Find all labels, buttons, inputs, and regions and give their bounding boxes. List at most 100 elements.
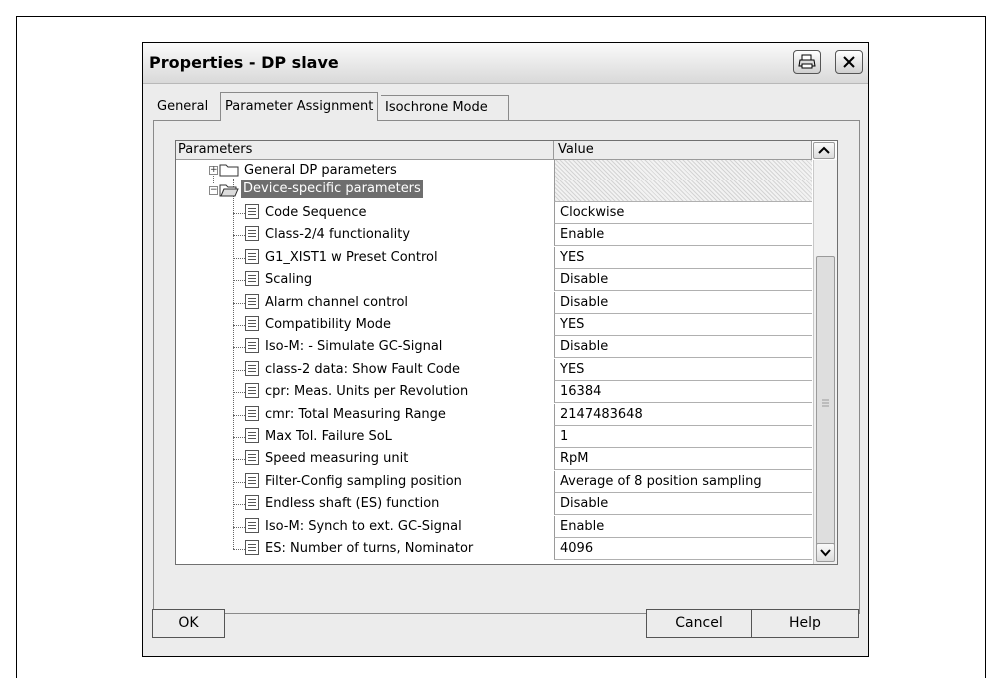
parameter-value[interactable]: 2147483648	[554, 403, 812, 426]
table-row[interactable]: Iso-M: Synch to ext. GC-Signal Enable	[176, 515, 812, 538]
tree-line	[233, 347, 245, 349]
table-row[interactable]: Class-2/4 functionality Enable	[176, 224, 812, 247]
vertical-scrollbar[interactable]	[813, 160, 837, 564]
column-header-value[interactable]: Value	[554, 141, 812, 160]
tree-line	[233, 481, 245, 483]
expand-icon[interactable]: +	[209, 166, 218, 175]
chevron-down-icon	[820, 549, 831, 557]
parameter-icon	[245, 517, 259, 533]
parameter-value[interactable]: Disable	[554, 291, 812, 314]
tree-line	[233, 392, 245, 394]
parameter-value[interactable]: 4096	[554, 538, 812, 560]
tree-line	[233, 257, 245, 259]
parameter-name: ES: Number of turns, Nominator	[265, 541, 474, 556]
parameter-icon	[245, 338, 259, 354]
tree-row-general-dp-parameters[interactable]: + General DP parameters	[176, 160, 812, 182]
scroll-up-button[interactable]	[813, 142, 835, 159]
close-button[interactable]	[835, 50, 863, 74]
print-button[interactable]	[793, 50, 821, 74]
table-row[interactable]: cmr: Total Measuring Range 2147483648	[176, 403, 812, 426]
table-row[interactable]: G1_XIST1 w Preset Control YES	[176, 246, 812, 269]
parameter-value[interactable]: 16384	[554, 381, 812, 404]
tree-line	[233, 459, 245, 461]
tree-line	[233, 526, 245, 528]
tree-line	[233, 280, 245, 282]
chevron-up-icon	[818, 146, 830, 154]
help-button[interactable]: Help	[751, 609, 859, 638]
tree-line	[233, 369, 245, 371]
cancel-button[interactable]: Cancel	[646, 609, 752, 638]
parameter-value[interactable]: Enable	[554, 515, 812, 538]
ok-button[interactable]: OK	[152, 609, 225, 638]
column-header-parameters[interactable]: Parameters	[176, 141, 554, 160]
table-row[interactable]: Speed measuring unit RpM	[176, 448, 812, 471]
parameter-value[interactable]: Enable	[554, 224, 812, 247]
tree-line	[233, 302, 245, 304]
parameter-value[interactable]: Disable	[554, 493, 812, 516]
parameter-name: cmr: Total Measuring Range	[265, 406, 446, 422]
parameter-icon	[245, 405, 259, 421]
properties-dialog: Properties - DP slave General Parameter …	[142, 42, 869, 657]
parameter-icon	[245, 450, 259, 466]
open-folder-icon	[219, 184, 239, 197]
tree-row-device-specific-parameters[interactable]: − Device-specific parameters	[176, 180, 812, 202]
parameter-value[interactable]: RpM	[554, 448, 812, 471]
parameter-name: Alarm channel control	[265, 294, 409, 310]
parameter-value[interactable]: Average of 8 position sampling	[554, 470, 812, 493]
parameter-value[interactable]: Clockwise	[554, 202, 812, 224]
table-row[interactable]: Code Sequence Clockwise	[176, 202, 812, 224]
folder-icon	[219, 164, 239, 177]
table-row[interactable]: Alarm channel control Disable	[176, 291, 812, 314]
parameter-name: Scaling	[265, 272, 313, 288]
parameter-name: Class-2/4 functionality	[265, 227, 411, 243]
parameter-icon	[245, 226, 259, 242]
parameter-name: Iso-M: Synch to ext. GC-Signal	[265, 518, 462, 534]
table-row[interactable]: Filter-Config sampling position Average o…	[176, 470, 812, 493]
table-row[interactable]: Max Tol. Failure SoL 1	[176, 426, 812, 448]
parameter-name: Speed measuring unit	[265, 451, 409, 467]
parameter-icon	[245, 316, 259, 331]
parameter-value[interactable]: YES	[554, 314, 812, 336]
tree-line	[233, 235, 245, 237]
parameter-value[interactable]: Disable	[554, 336, 812, 359]
parameter-value[interactable]: YES	[554, 246, 812, 269]
close-icon	[843, 56, 855, 68]
collapse-icon[interactable]: −	[209, 186, 218, 195]
table-row[interactable]: Scaling Disable	[176, 269, 812, 292]
scroll-down-button[interactable]	[816, 543, 835, 562]
tab-parameter-assignment[interactable]: Parameter Assignment	[220, 92, 379, 121]
value-cell	[554, 160, 812, 182]
value-cell	[554, 180, 812, 202]
tree-line	[233, 325, 245, 326]
parameter-icon	[245, 540, 259, 555]
parameter-name: G1_XIST1 w Preset Control	[265, 249, 438, 265]
parameter-name: Code Sequence	[265, 205, 367, 220]
parameters-table: Parameters Value + General DP parameters…	[175, 140, 838, 565]
parameter-icon	[245, 428, 259, 443]
table-row[interactable]: class-2 data: Show Fault Code YES	[176, 358, 812, 381]
parameter-name: Filter-Config sampling position	[265, 473, 462, 489]
parameter-icon	[245, 271, 259, 287]
tree-label-selected: Device-specific parameters	[241, 180, 423, 198]
tab-isochrone-mode[interactable]: Isochrone Mode	[381, 95, 509, 120]
table-row[interactable]: cpr: Meas. Units per Revolution 16384	[176, 381, 812, 404]
title-bar: Properties - DP slave	[143, 43, 868, 84]
parameter-icon	[245, 248, 259, 264]
parameter-value[interactable]: YES	[554, 358, 812, 381]
parameter-name: Max Tol. Failure SoL	[265, 429, 392, 444]
parameter-value[interactable]: 1	[554, 426, 812, 448]
table-row[interactable]: Compatibility Mode YES	[176, 314, 812, 336]
parameter-icon	[245, 293, 259, 309]
parameter-name: cpr: Meas. Units per Revolution	[265, 384, 469, 400]
tab-general[interactable]: General	[153, 95, 212, 120]
table-row[interactable]: Iso-M: - Simulate GC-Signal Disable	[176, 336, 812, 359]
tree-line	[233, 414, 245, 416]
tree-line	[233, 213, 245, 214]
table-row[interactable]: ES: Number of turns, Nominator 4096	[176, 538, 812, 560]
tree-line	[233, 437, 245, 438]
table-row[interactable]: Endless shaft (ES) function Disable	[176, 493, 812, 516]
parameter-icon	[245, 360, 259, 376]
parameter-value[interactable]: Disable	[554, 269, 812, 292]
parameter-name: Endless shaft (ES) function	[265, 496, 440, 512]
scroll-thumb[interactable]	[816, 256, 835, 551]
